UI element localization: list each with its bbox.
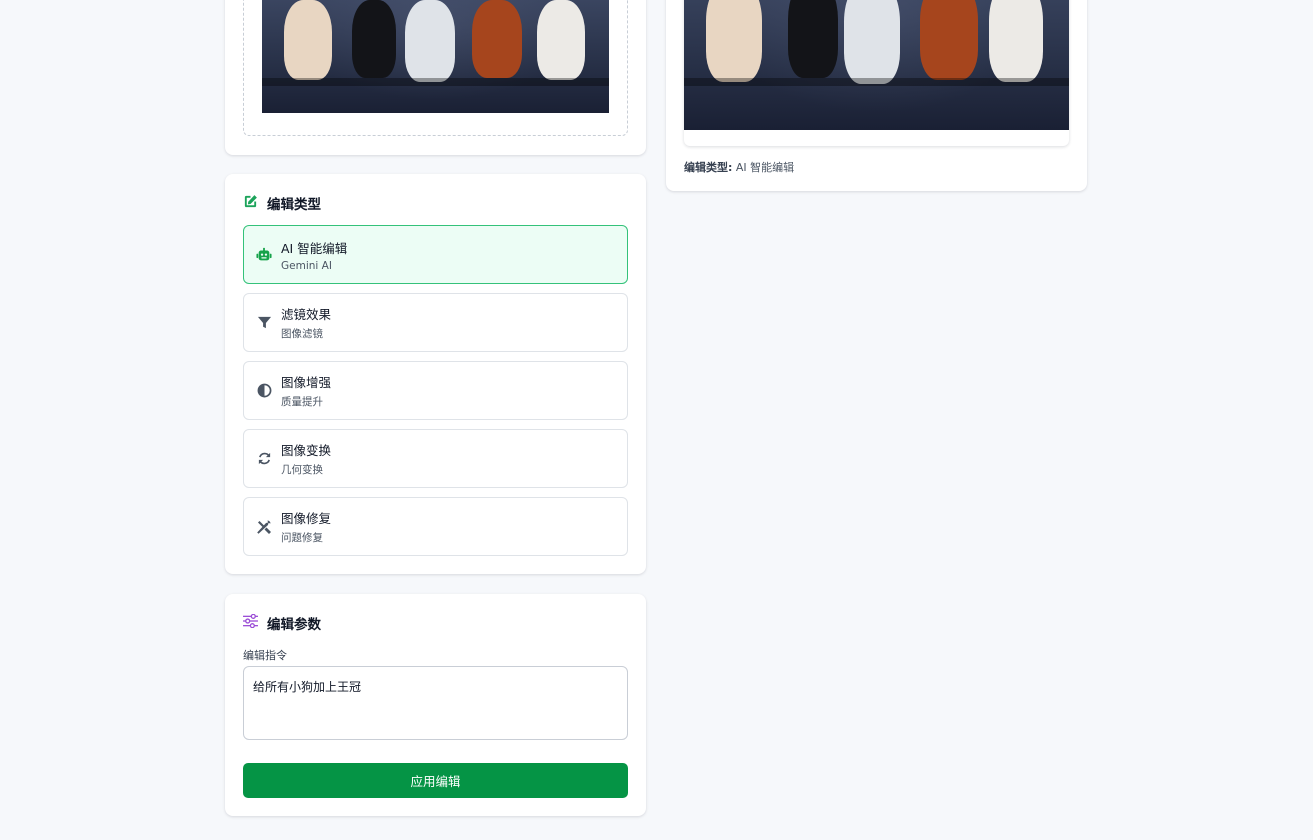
- result-caption: 编辑类型: AI 智能编辑: [684, 159, 794, 175]
- option-subtitle: 质量提升: [281, 396, 323, 408]
- edit-params-card: 编辑参数 编辑指令 给所有小狗加上王冠 应用编辑: [225, 594, 646, 816]
- edit-type-title: 编辑类型: [267, 197, 321, 213]
- edit-params-title: 编辑参数: [267, 617, 321, 633]
- apply-edit-button[interactable]: 应用编辑: [243, 763, 628, 798]
- instruction-label: 编辑指令: [243, 649, 287, 662]
- option-title: 滤镜效果: [281, 307, 332, 322]
- sliders-icon: [243, 613, 258, 632]
- option-enhance[interactable]: 图像增强 质量提升: [243, 361, 628, 420]
- edit-type-card: 编辑类型 AI 智能编辑 Gemini AI 滤镜效果 图像滤镜 图像增强 质量…: [225, 174, 646, 574]
- result-caption-key: 编辑类型:: [684, 161, 733, 174]
- result-card: 编辑类型: AI 智能编辑: [666, 0, 1087, 191]
- option-subtitle: 几何变换: [281, 464, 323, 476]
- option-subtitle: Gemini AI: [281, 259, 332, 272]
- tools-icon: [256, 519, 272, 535]
- source-image: [262, 0, 609, 113]
- filter-icon: [256, 315, 272, 331]
- option-transform[interactable]: 图像变换 几何变换: [243, 429, 628, 488]
- option-subtitle: 问题修复: [281, 532, 323, 544]
- contrast-icon: [256, 383, 272, 399]
- option-title: 图像增强: [281, 375, 332, 390]
- option-title: 图像修复: [281, 511, 332, 526]
- result-image-frame: [684, 0, 1069, 146]
- sync-icon: [256, 451, 272, 467]
- result-image: [684, 0, 1069, 130]
- option-subtitle: 图像滤镜: [281, 328, 323, 340]
- result-caption-value: AI 智能编辑: [735, 161, 795, 174]
- robot-icon: [256, 247, 272, 263]
- option-ai-edit[interactable]: AI 智能编辑 Gemini AI: [243, 225, 628, 284]
- source-image-card: [225, 0, 646, 155]
- option-repair[interactable]: 图像修复 问题修复: [243, 497, 628, 556]
- edit-params-heading: 编辑参数: [243, 613, 321, 633]
- instruction-input[interactable]: 给所有小狗加上王冠: [243, 666, 628, 740]
- option-title: 图像变换: [281, 443, 332, 458]
- option-filter[interactable]: 滤镜效果 图像滤镜: [243, 293, 628, 352]
- option-title: AI 智能编辑: [281, 240, 348, 256]
- edit-type-heading: 编辑类型: [243, 193, 321, 213]
- pen-square-icon: [243, 194, 258, 213]
